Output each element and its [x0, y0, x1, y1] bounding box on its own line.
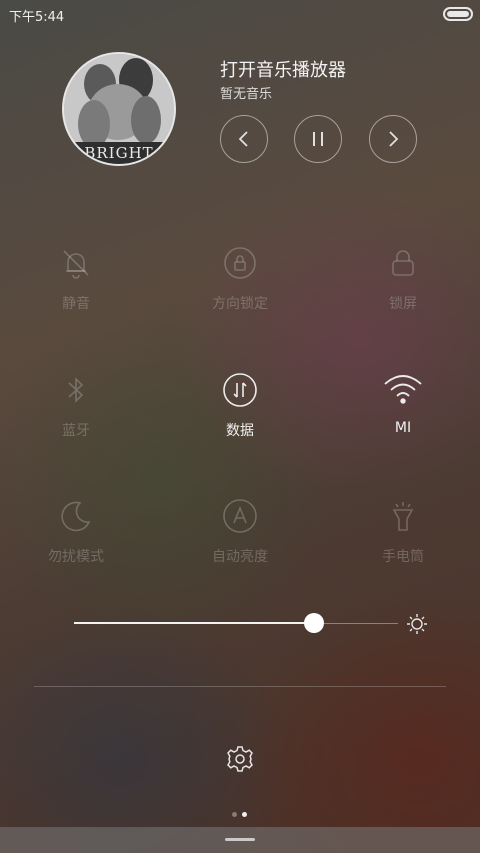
toggle-label: 勿扰模式	[48, 549, 104, 565]
toggle-auto-brightness[interactable]: 自动亮度	[185, 496, 295, 566]
toggle-label: 数据	[226, 423, 254, 439]
battery-icon	[443, 7, 473, 21]
toggle-label: 手电筒	[382, 549, 424, 565]
lock-icon	[392, 250, 414, 276]
drag-handle[interactable]	[225, 838, 255, 841]
pause-icon	[313, 132, 323, 146]
toggle-data[interactable]: 数据	[185, 370, 295, 440]
toggle-label: 静音	[62, 296, 90, 312]
toggle-label: 蓝牙	[62, 423, 90, 439]
music-subtitle: 暂无音乐	[220, 87, 273, 102]
toggle-wifi[interactable]: MI	[348, 370, 458, 436]
chevron-left-icon	[238, 131, 248, 147]
toggle-label: 自动亮度	[212, 549, 268, 565]
bluetooth-icon	[68, 377, 84, 403]
moon-icon	[61, 501, 91, 532]
music-title[interactable]: 打开音乐播放器	[220, 56, 346, 82]
toggle-mute[interactable]: 静音	[21, 243, 131, 313]
toggle-label: MI	[394, 420, 412, 436]
toggle-flashlight[interactable]: 手电筒	[348, 496, 458, 566]
bell-off-icon	[63, 250, 89, 279]
page-dot	[232, 812, 237, 817]
flashlight-icon	[392, 502, 414, 531]
rotation-lock-icon	[224, 247, 256, 279]
next-button[interactable]	[369, 115, 417, 163]
divider	[34, 686, 446, 687]
previous-button[interactable]	[220, 115, 268, 163]
bottom-bar	[0, 827, 480, 853]
auto-brightness-icon	[223, 499, 257, 533]
album-logo-text: BRIGHT	[84, 144, 153, 162]
toggle-bluetooth[interactable]: 蓝牙	[21, 370, 131, 440]
brightness-sun-icon	[406, 613, 428, 639]
toggle-rotation-lock[interactable]: 方向锁定	[185, 243, 295, 313]
chevron-right-icon	[389, 131, 399, 147]
status-bar: 下午5:44	[0, 0, 480, 28]
page-indicator	[230, 812, 250, 818]
slider-thumb[interactable]	[303, 613, 324, 633]
album-art[interactable]: BRIGHT	[62, 52, 176, 166]
data-icon	[223, 373, 257, 407]
settings-button[interactable]	[226, 745, 254, 777]
toggle-do-not-disturb[interactable]: 勿扰模式	[21, 496, 131, 566]
toggle-label: 锁屏	[389, 296, 417, 312]
status-time: 下午5:44	[9, 10, 65, 25]
pause-button[interactable]	[294, 115, 342, 163]
toggle-lock-screen[interactable]: 锁屏	[348, 243, 458, 313]
slider-fill	[74, 622, 314, 624]
page-dot-active	[242, 812, 247, 817]
gear-icon	[227, 746, 253, 772]
toggle-label: 方向锁定	[212, 296, 268, 312]
wifi-icon	[384, 375, 422, 404]
brightness-slider[interactable]	[74, 612, 398, 636]
